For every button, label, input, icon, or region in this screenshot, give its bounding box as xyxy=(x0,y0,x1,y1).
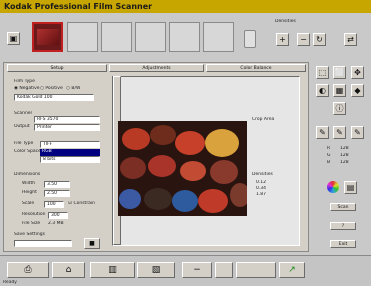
resolution-label: Resolution xyxy=(22,212,46,217)
tab-adjustments[interactable]: Adjustments xyxy=(109,64,204,72)
crop-button[interactable]: ▥ xyxy=(90,262,135,278)
zoom-in-icon[interactable]: + xyxy=(276,33,289,46)
densities-side-label: Densities xyxy=(252,172,273,177)
status-text: Ready xyxy=(3,280,17,285)
sharpen-tool-icon[interactable]: ◆ xyxy=(351,84,364,97)
film-option-bw[interactable]: ○ B/W xyxy=(66,86,80,91)
tab-setup[interactable]: Setup xyxy=(7,64,107,72)
constrain-label: Constrain xyxy=(73,201,96,206)
rgb-label-r: R xyxy=(327,146,331,151)
film-option-bw-label: B/W xyxy=(71,86,81,91)
rotate-icon[interactable]: ↻ xyxy=(313,33,326,46)
film-select[interactable]: Kodak Gold 100 xyxy=(14,94,94,101)
scanner-icon[interactable]: ▣ xyxy=(7,32,20,45)
thumbnail-5[interactable] xyxy=(169,22,200,52)
eyedropper-white-icon[interactable]: ✎ xyxy=(351,126,364,139)
thumbnail-1[interactable] xyxy=(32,22,63,52)
save-settings-label: Save Settings xyxy=(14,232,45,237)
output-label: Output xyxy=(14,124,30,129)
go-button[interactable]: ↗ xyxy=(279,262,305,278)
scanner-label: Scanner xyxy=(14,111,33,116)
move-tool-icon[interactable]: ✥ xyxy=(351,66,364,79)
color-space-label: Color Space xyxy=(14,149,41,154)
info-tool-icon[interactable]: ⓘ xyxy=(333,102,346,115)
rgb-value-b: 128 xyxy=(340,160,349,165)
film-holder-icon[interactable] xyxy=(244,30,256,48)
output-select[interactable]: Printer xyxy=(34,124,100,131)
color-tool-icon[interactable]: ◐ xyxy=(316,84,329,97)
blank-button-1[interactable] xyxy=(215,262,233,278)
dimensions-label: Dimensions xyxy=(14,172,41,177)
scale-label: Scale xyxy=(22,201,35,206)
film-option-negative[interactable]: ◉ Negative xyxy=(14,86,40,91)
window-title: Kodak Professional Film Scanner xyxy=(0,0,371,13)
tab-color-balance[interactable]: Color Balance xyxy=(206,64,306,72)
minus-button[interactable]: − xyxy=(182,262,212,278)
scanner-button[interactable]: ⎙ xyxy=(7,262,49,278)
thumbnail-6[interactable] xyxy=(203,22,234,52)
thumbnail-4[interactable] xyxy=(135,22,166,52)
help-button[interactable]: ? xyxy=(330,222,356,230)
image-tool-icon[interactable]: ▦ xyxy=(333,84,346,97)
density-value-1: 0.12 xyxy=(256,180,267,185)
file-type-label: File Type xyxy=(14,141,34,146)
scanner-select[interactable]: RFS 3570 xyxy=(34,116,100,123)
preview-image[interactable] xyxy=(118,121,247,216)
constrain-checkbox[interactable]: ☑ Constrain xyxy=(68,201,95,206)
height-field[interactable]: 2.50 xyxy=(44,190,70,197)
density-value-2: 0.34 xyxy=(256,186,267,191)
color-swatch-icon[interactable]: ▤ xyxy=(344,181,357,194)
save-settings-field[interactable] xyxy=(14,240,72,247)
eyedropper-gray-icon[interactable]: ✎ xyxy=(333,126,346,139)
preview-image-art xyxy=(118,121,247,216)
blank-button-2[interactable] xyxy=(236,262,276,278)
color-space-select[interactable]: RGB xyxy=(40,149,100,156)
zoom-out-icon[interactable]: − xyxy=(297,33,310,46)
film-option-positive[interactable]: ○ Positive xyxy=(40,86,63,91)
thumbnail-3[interactable] xyxy=(101,22,132,52)
crop-tool-icon[interactable]: ⬚ xyxy=(316,66,329,79)
batch-button[interactable]: ▧ xyxy=(137,262,175,278)
file-type-select[interactable]: TIFF xyxy=(40,141,100,148)
scan-button[interactable]: Scan xyxy=(330,203,356,211)
densities-label: Densities xyxy=(275,19,296,24)
rgb-value-g: 128 xyxy=(340,153,349,158)
save-icon[interactable]: ■ xyxy=(84,238,100,249)
crop-area-label: Crop Area xyxy=(252,117,275,122)
thumbnail-2[interactable] xyxy=(67,22,98,52)
width-label: Width xyxy=(22,181,36,186)
color-wheel-icon[interactable] xyxy=(327,181,339,193)
scale-field[interactable]: 100 xyxy=(44,201,64,208)
rgb-label-g: G xyxy=(327,153,331,158)
film-type-label: Film Type xyxy=(14,79,35,84)
file-size-label: File Size xyxy=(22,221,41,226)
height-label: Height xyxy=(22,190,37,195)
preview-button[interactable]: ⌂ xyxy=(52,262,85,278)
bits-select[interactable]: 8 bits xyxy=(40,156,100,163)
select-tool-icon[interactable]: ⬜ xyxy=(333,66,346,79)
film-option-negative-label: Negative xyxy=(19,86,40,91)
density-value-3: 1.87 xyxy=(256,192,267,197)
rgb-value-r: 128 xyxy=(340,146,349,151)
rgb-label-b: B xyxy=(327,160,331,165)
resolution-field[interactable]: 300 xyxy=(48,212,68,219)
width-field[interactable]: 3.50 xyxy=(44,181,70,188)
eyedropper-black-icon[interactable]: ✎ xyxy=(316,126,329,139)
exit-button[interactable]: Exit xyxy=(330,240,356,248)
file-size-value: 2.3 MB xyxy=(48,221,64,226)
film-option-positive-label: Positive xyxy=(45,86,63,91)
flip-icon[interactable]: ⇄ xyxy=(344,33,357,46)
